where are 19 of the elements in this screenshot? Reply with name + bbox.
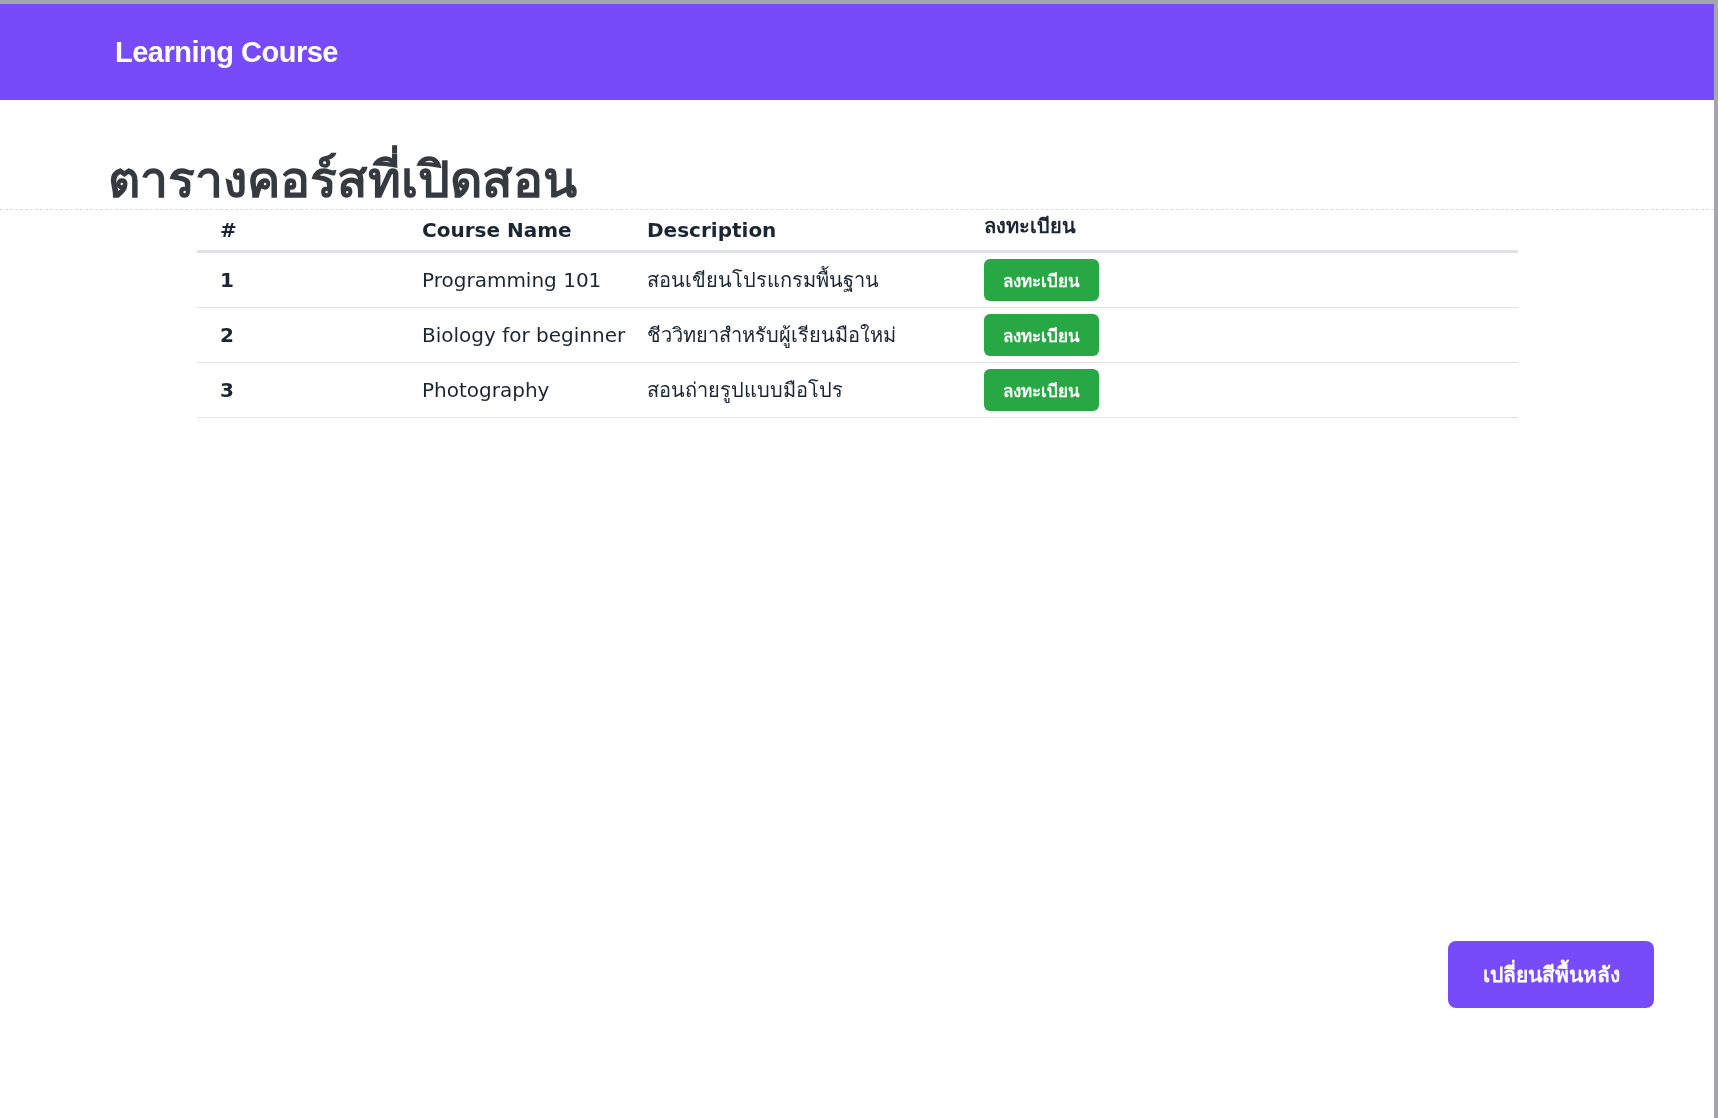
- row-number: 2: [197, 307, 422, 363]
- column-header: Description: [647, 210, 984, 252]
- column-header: ลงทะเบียน: [984, 210, 1518, 252]
- register-button[interactable]: ลงทะเบียน: [984, 314, 1099, 356]
- column-header: Course Name: [422, 210, 647, 252]
- column-header: #: [197, 210, 422, 252]
- page-title: ตารางคอร์สที่เปิดสอน: [0, 100, 1714, 210]
- course-name: Programming 101: [422, 251, 647, 308]
- change-background-button[interactable]: เปลี่ยนสีพื้นหลัง: [1448, 941, 1654, 1008]
- row-number: 3: [197, 362, 422, 418]
- row-number: 1: [197, 251, 422, 308]
- course-name: Biology for beginner: [422, 307, 647, 363]
- brand-title: Learning Course: [115, 35, 338, 69]
- register-button[interactable]: ลงทะเบียน: [984, 369, 1099, 411]
- course-description: สอนเขียนโปรแกรมพื้นฐาน: [647, 251, 984, 308]
- register-button[interactable]: ลงทะเบียน: [984, 259, 1099, 301]
- course-description: สอนถ่ายรูปแบบมือโปร: [647, 362, 984, 418]
- course-name: Photography: [422, 362, 647, 418]
- course-description: ชีววิทยาสำหรับผู้เรียนมือใหม่: [647, 307, 984, 363]
